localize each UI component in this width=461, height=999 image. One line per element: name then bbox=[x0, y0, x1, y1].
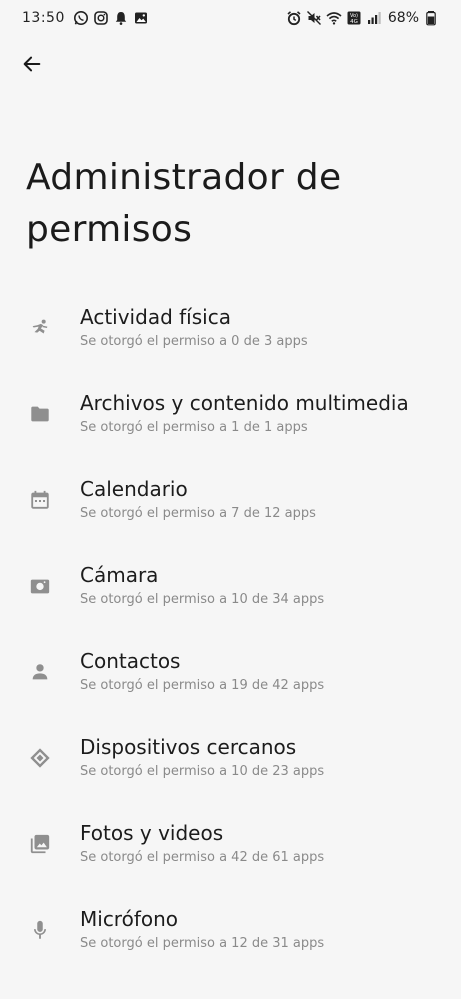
nearby-devices-icon bbox=[28, 746, 52, 770]
svg-text:4G: 4G bbox=[350, 19, 358, 25]
permission-description: Se otorgó el permiso a 10 de 23 apps bbox=[80, 764, 325, 779]
notification-bell-icon bbox=[113, 10, 129, 26]
permission-description: Se otorgó el permiso a 12 de 31 apps bbox=[80, 936, 325, 951]
permission-item-calendar[interactable]: Calendario Se otorgó el permiso a 7 de 1… bbox=[0, 458, 461, 544]
instagram-icon bbox=[93, 10, 109, 26]
calendar-icon bbox=[28, 488, 52, 512]
permission-name: Archivos y contenido multimedia bbox=[80, 391, 409, 415]
gallery-icon bbox=[133, 10, 149, 26]
wifi-icon bbox=[326, 10, 342, 26]
permission-item-photos-videos[interactable]: Fotos y videos Se otorgó el permiso a 42… bbox=[0, 802, 461, 888]
status-bar: 13:50 Vo) 4G 68% bbox=[0, 0, 461, 36]
permission-item-microphone[interactable]: Micrófono Se otorgó el permiso a 12 de 3… bbox=[0, 888, 461, 974]
permission-name: Cámara bbox=[80, 563, 159, 587]
permission-name: Dispositivos cercanos bbox=[80, 735, 297, 759]
permission-name: Actividad física bbox=[80, 305, 231, 329]
physical-activity-icon bbox=[28, 316, 52, 340]
mute-icon bbox=[306, 10, 322, 26]
permission-name: Micrófono bbox=[80, 907, 179, 931]
permission-description: Se otorgó el permiso a 19 de 42 apps bbox=[80, 678, 325, 693]
whatsapp-icon bbox=[73, 10, 89, 26]
camera-icon bbox=[28, 574, 52, 598]
permission-description: Se otorgó el permiso a 10 de 34 apps bbox=[80, 592, 325, 607]
alarm-icon bbox=[286, 10, 302, 26]
volte-4g-icon: Vo) 4G bbox=[346, 10, 362, 26]
permission-description: Se otorgó el permiso a 0 de 3 apps bbox=[80, 334, 308, 349]
status-left: 13:50 bbox=[22, 10, 149, 26]
permission-name: Contactos bbox=[80, 649, 181, 673]
permission-name: Fotos y videos bbox=[80, 821, 224, 845]
battery-percentage: 68% bbox=[387, 10, 419, 26]
page-title: Administrador de permisos bbox=[26, 157, 342, 250]
permission-list: Actividad física Se otorgó el permiso a … bbox=[0, 286, 461, 974]
signal-strength-icon bbox=[366, 10, 382, 26]
permission-item-files-media[interactable]: Archivos y contenido multimedia Se otorg… bbox=[0, 372, 461, 458]
status-right: Vo) 4G 68% bbox=[286, 10, 439, 26]
arrow-left-icon bbox=[21, 53, 43, 75]
battery-icon bbox=[423, 10, 439, 26]
folder-icon bbox=[28, 402, 52, 426]
status-time: 13:50 bbox=[22, 10, 65, 26]
permission-item-contacts[interactable]: Contactos Se otorgó el permiso a 19 de 4… bbox=[0, 630, 461, 716]
permission-name: Calendario bbox=[80, 477, 188, 501]
permission-description: Se otorgó el permiso a 1 de 1 apps bbox=[80, 420, 308, 435]
permission-item-physical-activity[interactable]: Actividad física Se otorgó el permiso a … bbox=[0, 286, 461, 372]
permission-item-nearby-devices[interactable]: Dispositivos cercanos Se otorgó el permi… bbox=[0, 716, 461, 802]
microphone-icon bbox=[28, 918, 52, 942]
permission-description: Se otorgó el permiso a 7 de 12 apps bbox=[80, 506, 316, 521]
person-icon bbox=[28, 660, 52, 684]
permission-description: Se otorgó el permiso a 42 de 61 apps bbox=[80, 850, 325, 865]
permission-item-camera[interactable]: Cámara Se otorgó el permiso a 10 de 34 a… bbox=[0, 544, 461, 630]
back-button[interactable] bbox=[12, 44, 52, 84]
photos-icon bbox=[28, 832, 52, 856]
